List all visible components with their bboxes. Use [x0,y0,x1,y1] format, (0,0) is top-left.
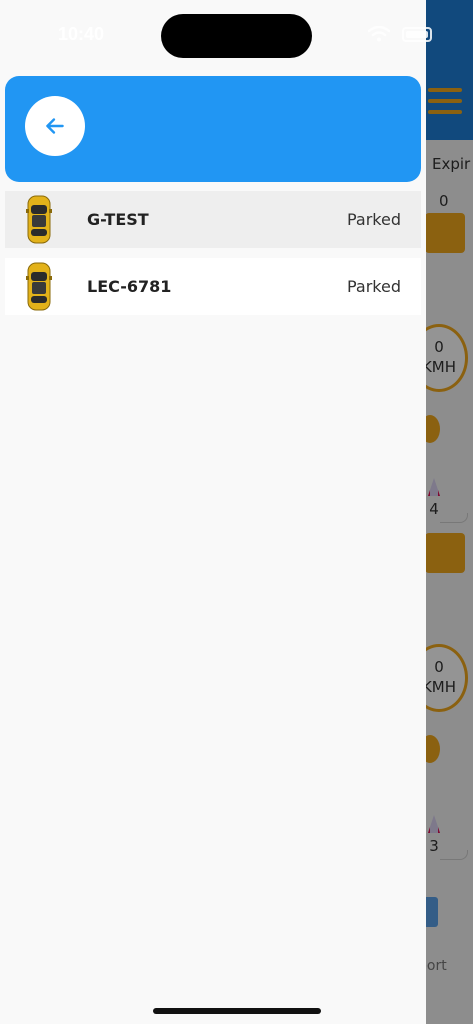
vehicle-item-lec-6781[interactable]: LEC-6781 Parked [5,258,421,315]
vehicle-name: G-TEST [87,210,149,229]
wifi-icon [368,26,390,42]
arrow-left-icon [46,118,64,134]
status-time: 10:40 [58,24,105,44]
drawer-header [5,76,421,182]
car-icon [26,262,52,311]
vehicle-list: G-TEST Parked LEC-6781 Parked [5,191,421,325]
vehicle-name: LEC-6781 [87,277,172,296]
back-button[interactable] [25,96,85,156]
battery-icon [402,27,432,42]
vehicle-status: Parked [346,210,401,229]
vehicle-status: Parked [346,277,401,296]
vehicle-drawer: G-TEST Parked LEC-6781 Parked [0,0,426,1024]
car-icon [26,195,52,244]
home-indicator[interactable] [153,1008,321,1014]
vehicle-item-g-test[interactable]: G-TEST Parked [5,191,421,248]
dynamic-island [161,14,312,58]
